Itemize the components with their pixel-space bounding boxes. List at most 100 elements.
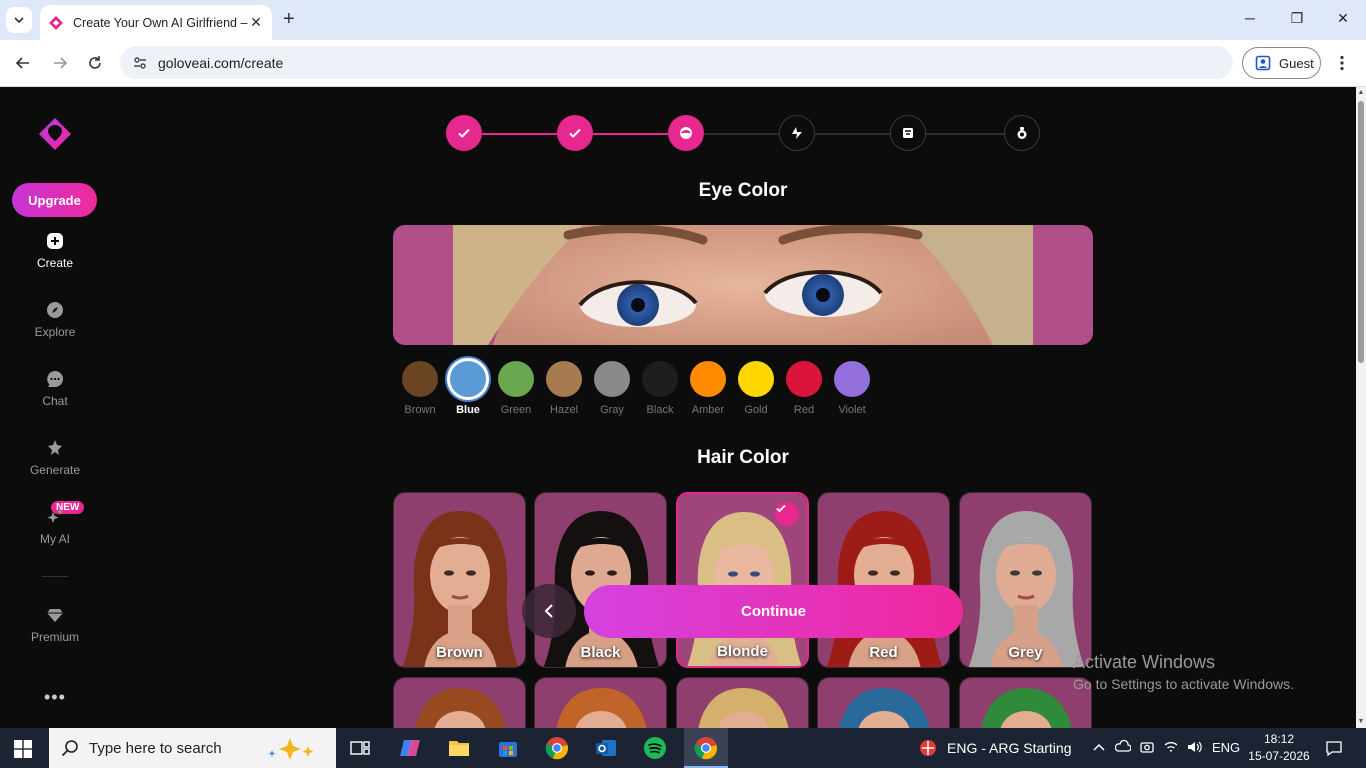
scroll-down-icon[interactable]: ▼ <box>1357 718 1365 726</box>
eye-preview-image <box>393 225 1093 345</box>
taskbar-chrome-active[interactable] <box>684 728 728 768</box>
notification-icon[interactable] <box>1325 739 1343 757</box>
eye-swatch-black[interactable]: Black <box>637 357 683 416</box>
sidebar-item-label: Premium <box>30 630 79 644</box>
step-4[interactable] <box>779 115 815 151</box>
browser-tab[interactable]: Create Your Own AI Girlfriend – ✕ <box>40 5 272 40</box>
hair-option-black[interactable]: Black <box>534 492 667 668</box>
sidebar-item-explore[interactable]: Explore <box>0 301 110 339</box>
eye-swatch-green[interactable]: Green <box>493 357 539 416</box>
site-settings-icon[interactable] <box>132 55 148 71</box>
eye-swatch-gray[interactable]: Gray <box>589 357 635 416</box>
eye-swatch-amber[interactable]: Amber <box>685 357 731 416</box>
address-bar[interactable]: goloveai.com/create <box>120 46 1233 79</box>
hair-option-next-1[interactable] <box>393 677 526 728</box>
step-2[interactable] <box>557 115 593 151</box>
minimize-button[interactable]: ─ <box>1240 10 1260 26</box>
upgrade-button[interactable]: Upgrade <box>12 183 97 217</box>
eye-swatch-hazel[interactable]: Hazel <box>541 357 587 416</box>
hair-option-label: Red <box>869 644 898 661</box>
step-3[interactable] <box>668 115 704 151</box>
reload-icon <box>89 56 101 69</box>
sidebar-item-premium[interactable]: Premium <box>0 606 110 644</box>
weather-widget-text[interactable]: ENG - ARG Starting <box>947 740 1071 756</box>
wifi-icon[interactable] <box>1163 739 1179 755</box>
sidebar-item-label: Chat <box>42 394 68 408</box>
copilot-icon[interactable] <box>398 736 422 760</box>
outlook-icon[interactable] <box>594 736 618 760</box>
chrome-icon[interactable] <box>545 736 569 760</box>
hair-option-blonde[interactable]: Blonde <box>676 492 809 668</box>
eye-color-title: Eye Color <box>698 180 788 201</box>
scrollbar-thumb[interactable] <box>1358 101 1364 363</box>
swatch-dot <box>594 361 630 397</box>
step-connector <box>815 133 890 135</box>
search-placeholder: Type here to search <box>89 739 222 757</box>
onedrive-icon[interactable] <box>1115 739 1131 755</box>
stars-icon <box>47 509 63 523</box>
tab-title: Create Your Own AI Girlfriend – <box>73 15 248 30</box>
sidebar-item-my-ai[interactable]: My AI <box>0 508 110 546</box>
selected-check-icon <box>775 502 799 526</box>
close-window-button[interactable]: ✕ <box>1333 10 1353 27</box>
chevron-up-icon[interactable] <box>1091 739 1107 755</box>
hair-option-next-3[interactable] <box>676 677 809 728</box>
microsoft-store-icon[interactable] <box>496 736 520 760</box>
eye-swatch-blue[interactable]: Blue <box>445 357 491 416</box>
language-indicator[interactable]: ENG <box>1212 740 1240 755</box>
task-view-icon[interactable] <box>348 736 372 760</box>
back-button[interactable] <box>13 53 33 73</box>
check-icon <box>458 128 470 138</box>
body-icon <box>792 127 802 139</box>
app-logo-icon[interactable] <box>37 116 73 152</box>
sidebar-item-create[interactable]: Create <box>0 232 110 270</box>
back-step-button[interactable] <box>522 584 576 638</box>
swatch-label: Brown <box>404 404 436 416</box>
scroll-up-icon[interactable]: ▲ <box>1357 89 1365 97</box>
camera-icon[interactable] <box>1139 739 1155 755</box>
reload-button[interactable] <box>85 53 105 73</box>
eye-swatch-gold[interactable]: Gold <box>733 357 779 416</box>
page-scrollbar[interactable]: ▲ ▼ <box>1356 87 1366 728</box>
windows-start-icon[interactable] <box>14 740 32 758</box>
diamond-icon <box>47 609 63 622</box>
swatch-label: Red <box>793 404 815 416</box>
sidebar-item-generate[interactable]: Generate <box>0 439 110 477</box>
tab-search-button[interactable] <box>6 7 32 33</box>
tab-close-icon[interactable]: ✕ <box>248 14 264 31</box>
eye-swatch-red[interactable]: Red <box>781 357 827 416</box>
weather-icon[interactable] <box>918 738 938 758</box>
volume-icon[interactable] <box>1186 739 1202 755</box>
sidebar: Upgrade Create Explore Chat Generate NEW… <box>0 87 110 728</box>
sidebar-divider <box>42 576 68 577</box>
swatch-dot <box>786 361 822 397</box>
hair-option-brown[interactable]: Brown <box>393 492 526 668</box>
clock-date[interactable]: 15-07-2026 <box>1248 749 1310 763</box>
restore-button[interactable]: ❐ <box>1287 10 1307 27</box>
portrait-image <box>535 678 666 728</box>
portrait-image <box>818 493 949 667</box>
url-text: goloveai.com/create <box>158 54 284 71</box>
step-6[interactable] <box>1004 115 1040 151</box>
eye-swatch-violet[interactable]: Violet <box>829 357 875 416</box>
taskbar-search-box[interactable]: Type here to search <box>49 728 336 768</box>
hair-option-red[interactable]: Red <box>817 492 950 668</box>
more-options-icon[interactable]: ••• <box>44 687 66 708</box>
spotify-icon[interactable] <box>643 736 667 760</box>
hair-option-next-4[interactable] <box>817 677 950 728</box>
step-5[interactable] <box>890 115 926 151</box>
continue-button[interactable]: Continue <box>584 585 963 638</box>
step-connector <box>926 133 1004 135</box>
forward-button[interactable] <box>50 53 70 73</box>
hair-option-next-2[interactable] <box>534 677 667 728</box>
browser-menu-button[interactable] <box>1334 53 1350 73</box>
eye-swatch-brown[interactable]: Brown <box>397 357 443 416</box>
portrait-image <box>960 493 1091 667</box>
file-explorer-icon[interactable] <box>447 736 471 760</box>
new-tab-button[interactable]: + <box>283 9 295 29</box>
hair-option-grey[interactable]: Grey <box>959 492 1092 668</box>
clock-time[interactable]: 18:12 <box>1251 732 1307 746</box>
step-1[interactable] <box>446 115 482 151</box>
sidebar-item-chat[interactable]: Chat <box>0 370 110 408</box>
profile-button[interactable]: Guest <box>1242 47 1321 79</box>
